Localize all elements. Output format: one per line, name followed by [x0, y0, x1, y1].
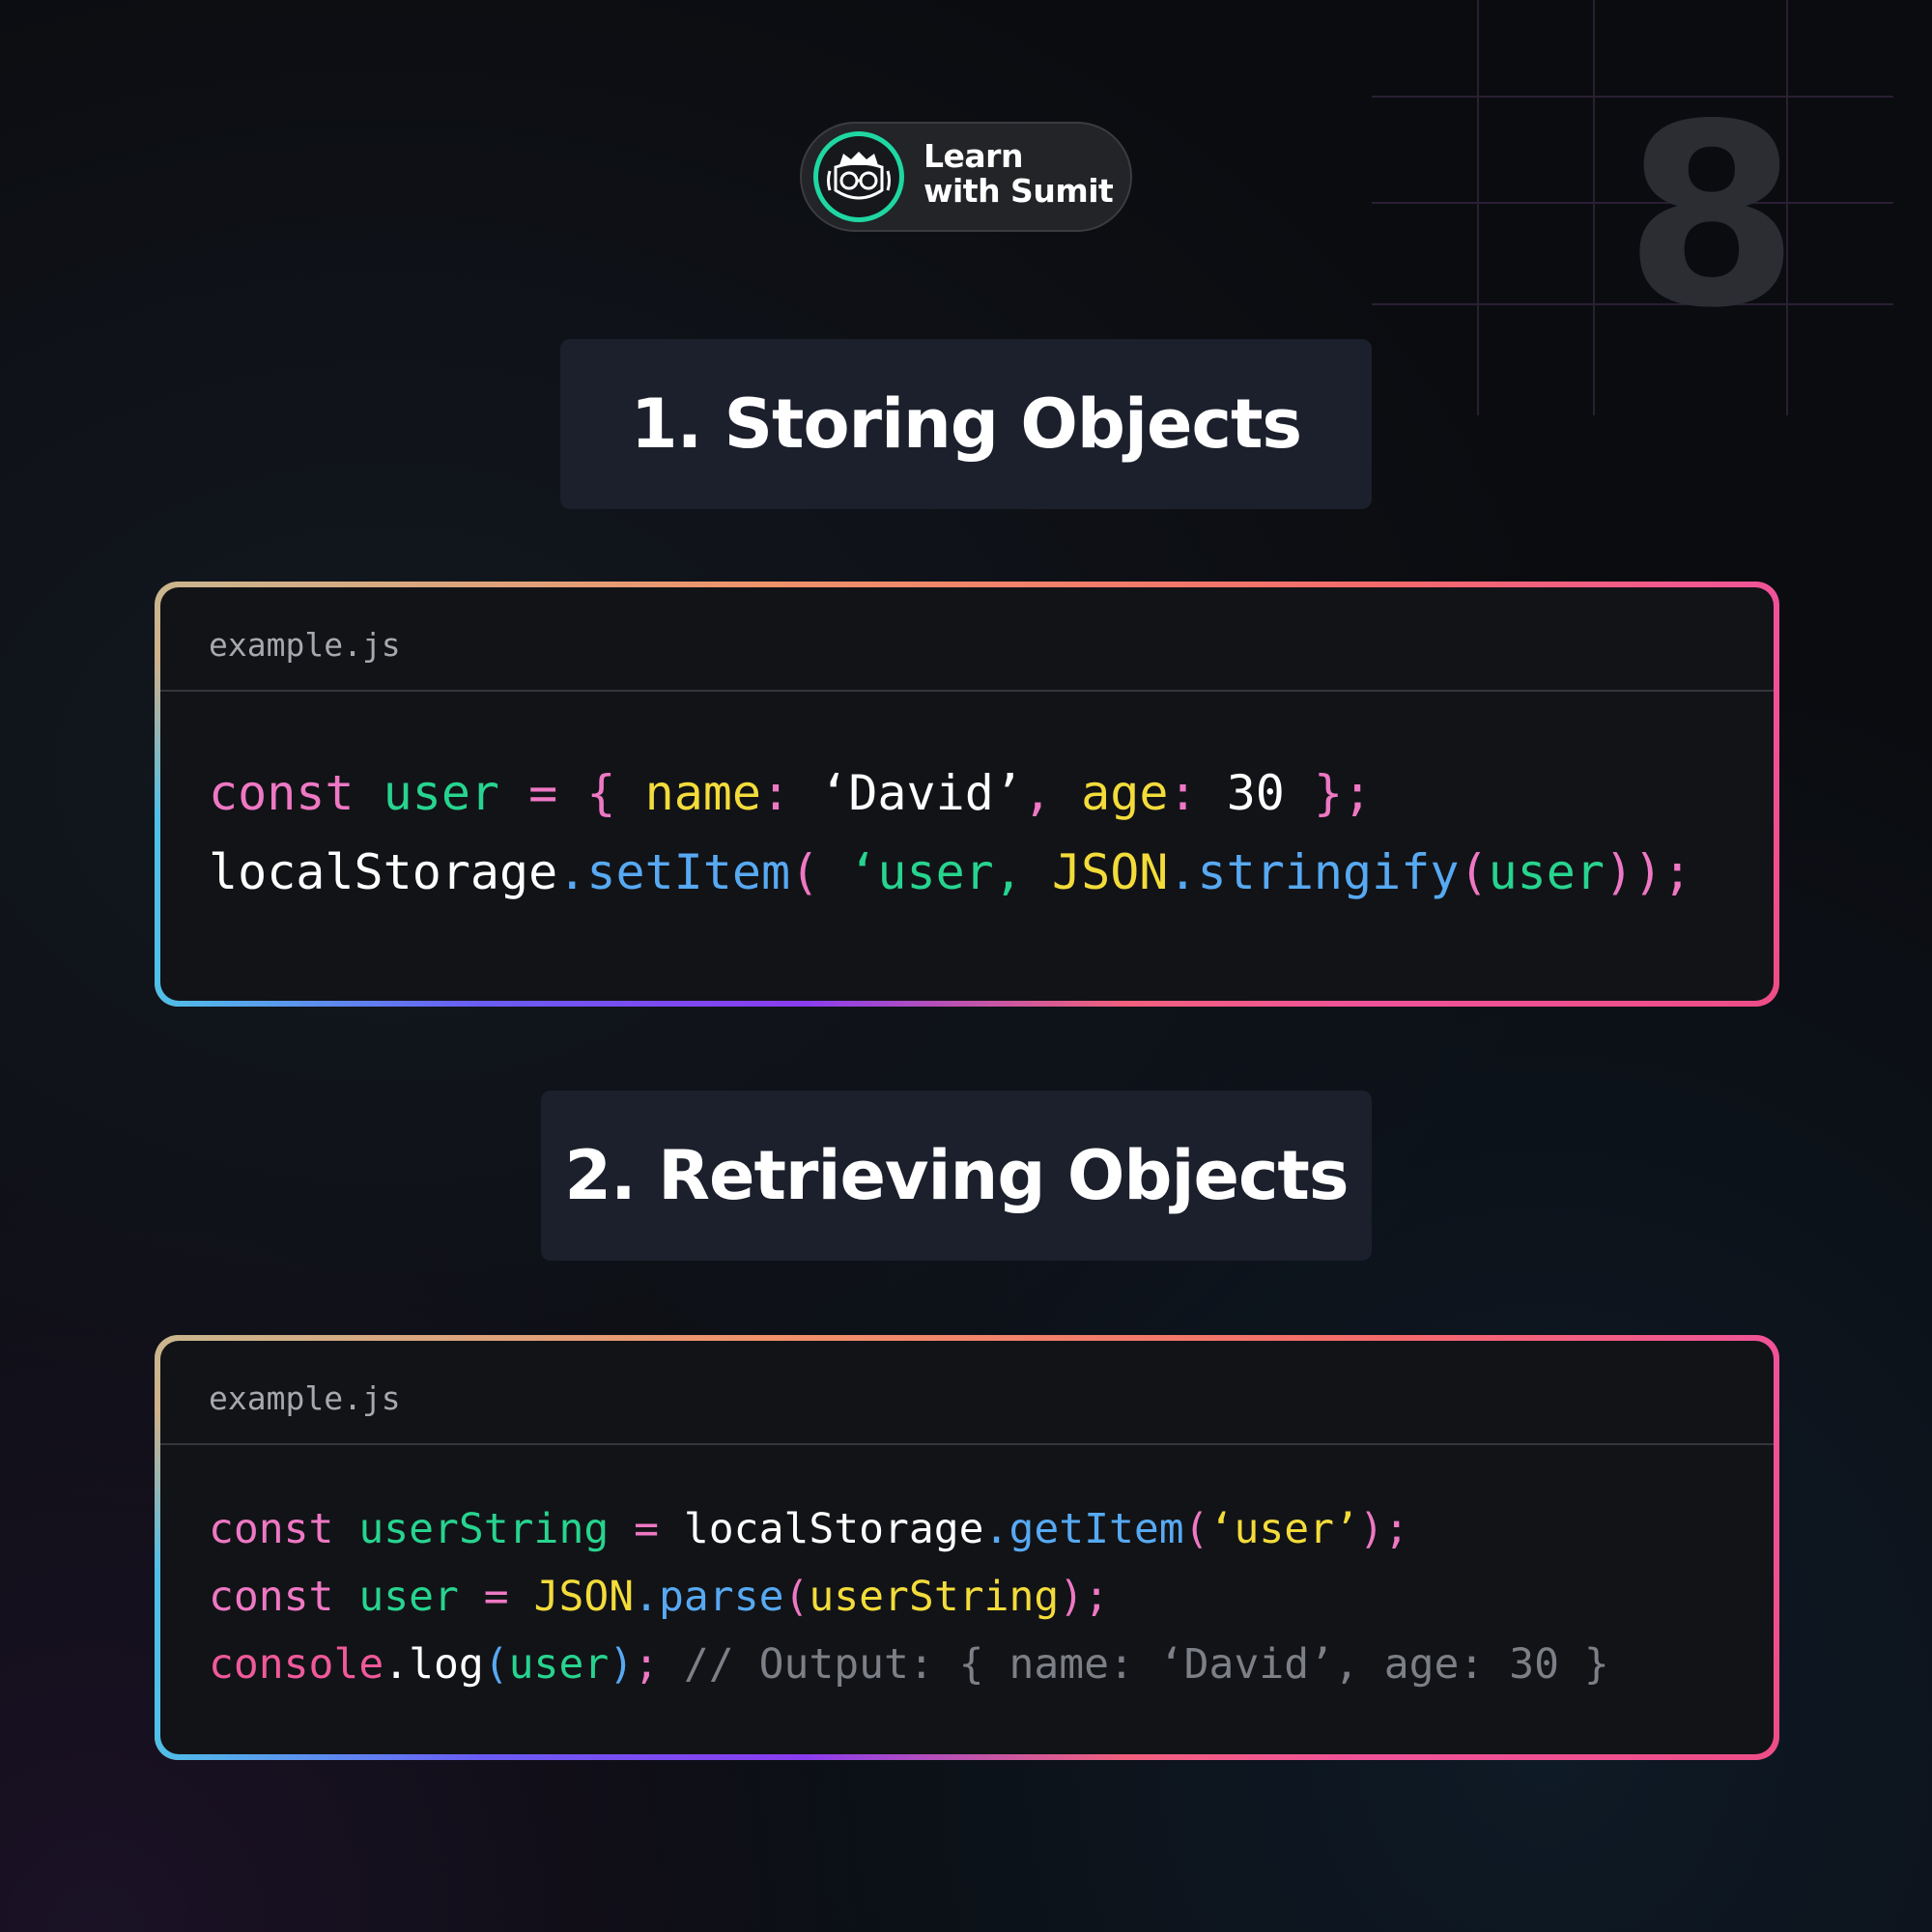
- code-token: name: [644, 765, 762, 821]
- code-token: :: [761, 765, 791, 821]
- code-block-storing: example.js const user = { name: ‘David’,…: [155, 582, 1779, 1007]
- code-token: .stringify: [1168, 844, 1460, 900]
- code-token: console: [209, 1640, 384, 1689]
- file-header-divider: [160, 690, 1774, 692]
- code-token: // Output: { name: ‘David’, age: 30 }: [659, 1640, 1609, 1689]
- code-token: userString: [358, 1505, 610, 1553]
- section-heading-storing: 1. Storing Objects: [560, 339, 1372, 509]
- code-token: ;: [634, 1640, 660, 1689]
- code-token: const: [209, 765, 355, 821]
- code-token: user: [508, 1640, 610, 1689]
- code-token: ‘user,: [819, 844, 1023, 900]
- code-token: =: [528, 765, 558, 821]
- code-token: ): [1059, 1573, 1085, 1621]
- code-token: (: [783, 1573, 810, 1621]
- code-lines: const user = { name: ‘David’, age: 30 };…: [209, 753, 1754, 912]
- developer-face-with-glasses-icon: [813, 131, 904, 222]
- code-lines: const userString = localStorage.getItem(…: [209, 1495, 1754, 1698]
- code-line: const userString = localStorage.getItem(…: [209, 1495, 1754, 1563]
- code-token: ;: [1662, 844, 1692, 900]
- brand-badge: Learn with Sumit: [800, 122, 1132, 232]
- code-block-retrieving: example.js const userString = localStora…: [155, 1335, 1779, 1760]
- brand-line-2: with Sumit: [923, 172, 1114, 210]
- code-token: )): [1604, 844, 1663, 900]
- code-token: :: [1168, 765, 1198, 821]
- code-token: (: [1459, 844, 1489, 900]
- code-token: age: [1081, 765, 1169, 821]
- code-token: {: [586, 765, 616, 821]
- code-panel: example.js const userString = localStora…: [160, 1341, 1774, 1754]
- code-token: ): [1358, 1505, 1384, 1553]
- code-line: console.log(user); // Output: { name: ‘D…: [209, 1631, 1754, 1698]
- code-token: .log: [384, 1640, 484, 1689]
- code-token: const: [209, 1573, 334, 1621]
- code-token: user: [358, 1573, 459, 1621]
- code-token: (: [1183, 1505, 1209, 1553]
- code-token: userString: [809, 1573, 1060, 1621]
- slide-number: 8: [1624, 71, 1800, 363]
- code-token: user: [383, 765, 500, 821]
- code-token: ;: [1343, 765, 1373, 821]
- code-token: JSON: [533, 1573, 635, 1621]
- code-token: 30: [1197, 765, 1315, 821]
- code-token: ;: [1383, 1505, 1409, 1553]
- code-token: ‘David’: [790, 765, 1023, 821]
- code-token: =: [634, 1505, 660, 1553]
- code-token: .setItem: [557, 844, 791, 900]
- code-line: const user = { name: ‘David’, age: 30 };: [209, 753, 1754, 833]
- code-token: ‘user’: [1208, 1505, 1359, 1553]
- code-token: ): [609, 1640, 635, 1689]
- brand-line-1: Learn: [923, 137, 1023, 175]
- code-token: }: [1314, 765, 1344, 821]
- code-token: localStorage: [209, 844, 558, 900]
- code-token: ;: [1084, 1573, 1110, 1621]
- code-line: const user = JSON.parse(userString);: [209, 1563, 1754, 1631]
- code-token: localStorage: [659, 1505, 984, 1553]
- code-token: =: [483, 1573, 509, 1621]
- file-name-label: example.js: [209, 1379, 401, 1417]
- file-name-label: example.js: [209, 626, 401, 664]
- code-line: localStorage.setItem( ‘user, JSON.string…: [209, 833, 1754, 912]
- brand-name: Learn with Sumit: [923, 139, 1126, 209]
- code-token: (: [790, 844, 820, 900]
- code-token: user: [1488, 844, 1605, 900]
- code-panel: example.js const user = { name: ‘David’,…: [160, 587, 1774, 1001]
- code-token: (: [483, 1640, 509, 1689]
- code-token: ,: [1022, 765, 1053, 821]
- code-token: .getItem: [983, 1505, 1184, 1553]
- code-token: const: [209, 1505, 334, 1553]
- code-token: .parse: [634, 1573, 784, 1621]
- file-header-divider: [160, 1443, 1774, 1445]
- section-heading-retrieving: 2. Retrieving Objects: [541, 1091, 1372, 1261]
- code-token: JSON: [1052, 844, 1169, 900]
